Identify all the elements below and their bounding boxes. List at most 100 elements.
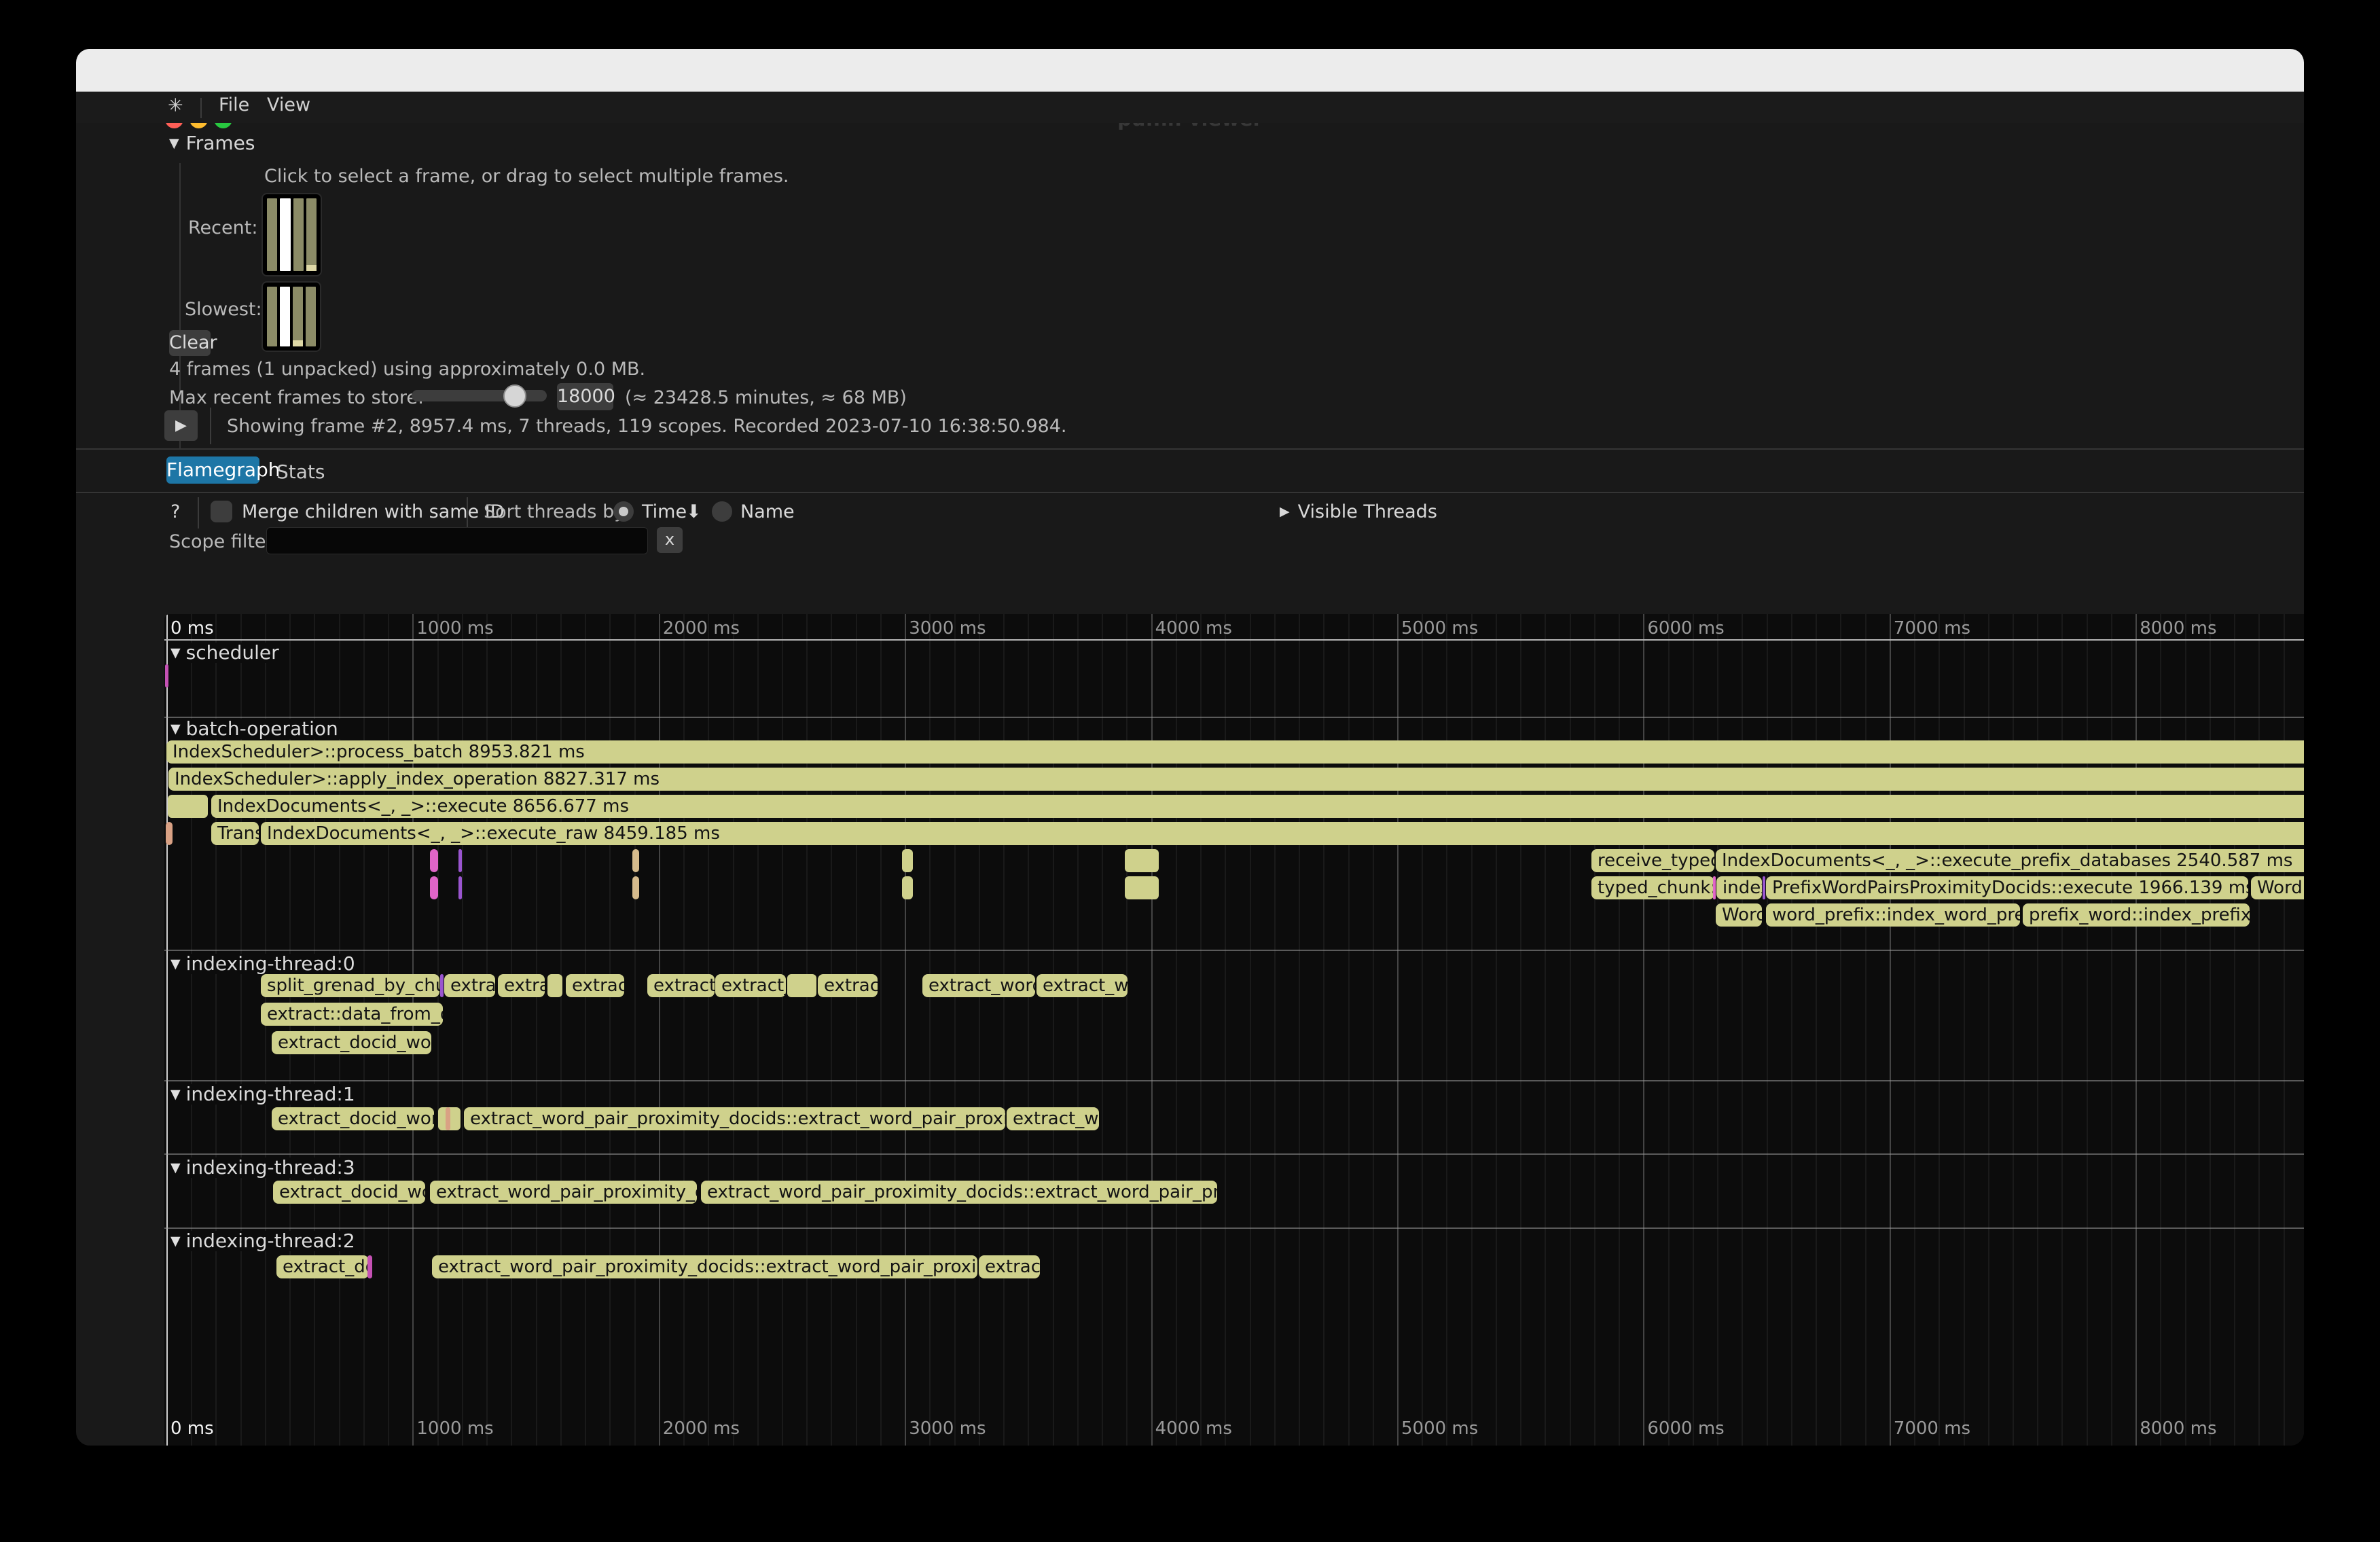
flame-scope-bar[interactable]: IndexDocuments<_, _>::execute 8656.677 m… xyxy=(211,795,2304,818)
frame-thumbnail-bar[interactable] xyxy=(267,198,277,271)
flame-scope-bar[interactable]: extract_doc xyxy=(276,1255,369,1278)
flame-scope-bar[interactable]: extract_ xyxy=(647,974,715,997)
flame-scope-bar[interactable]: extract_docid_word xyxy=(272,1107,434,1130)
flame-scope-bar[interactable]: extrac xyxy=(979,1255,1040,1278)
thread-section-header[interactable]: ▼batch-operation xyxy=(168,719,344,739)
merge-children-label[interactable]: Merge children with same ID xyxy=(242,501,505,522)
recent-frames-thumbnail[interactable] xyxy=(262,193,322,276)
help-button[interactable]: ? xyxy=(170,501,180,522)
flame-scope-bar[interactable]: extract_ xyxy=(715,974,786,997)
frames-section-header[interactable]: ▼Frames xyxy=(169,132,255,154)
flame-scope-bar[interactable]: IndexScheduler>::apply_index_operation 8… xyxy=(168,768,2304,791)
flame-scope-bar-small[interactable] xyxy=(1125,849,1159,872)
flame-scope-bar[interactable]: prefix_word::index_prefix_wo xyxy=(2023,903,2250,927)
flame-scope-bar[interactable]: IndexDocuments<_, _>::execute_prefix_dat… xyxy=(1716,849,2304,872)
flame-scope-bar[interactable]: WordPr xyxy=(2251,876,2304,899)
flame-scope-bar[interactable]: index xyxy=(1716,876,1762,899)
grid-line xyxy=(733,614,734,1446)
flame-scope-bar[interactable]: extract_word xyxy=(922,974,1035,997)
thread-section-header[interactable]: ▼indexing-thread:3 xyxy=(168,1158,361,1178)
thread-section-header[interactable]: ▼indexing-thread:2 xyxy=(168,1231,361,1251)
slider-knob[interactable] xyxy=(503,384,526,408)
thread-section-header[interactable]: ▼scheduler xyxy=(168,643,285,663)
sort-time-radio[interactable] xyxy=(613,501,634,522)
flamegraph-canvas[interactable]: 0 ms0 ms1000 ms1000 ms2000 ms2000 ms3000… xyxy=(164,614,2304,1446)
grid-line xyxy=(1397,614,1399,1446)
flame-scope-bar-small[interactable] xyxy=(165,664,168,687)
thread-section-header[interactable]: ▼indexing-thread:0 xyxy=(168,954,361,974)
ruler-tick-label: 3000 ms xyxy=(909,1418,986,1439)
flame-scope-bar[interactable]: typed_chunk::w xyxy=(1591,876,1714,899)
flame-scope-bar-small[interactable] xyxy=(458,876,462,899)
scope-filter-input[interactable] xyxy=(266,527,648,554)
frame-thumbnail-bar[interactable] xyxy=(306,198,317,271)
frame-thumbnail-bar[interactable] xyxy=(280,198,290,271)
flame-scope-bar[interactable]: extrac xyxy=(566,974,624,997)
flame-scope-bar-small[interactable] xyxy=(430,849,438,872)
frame-thumbnail-bar[interactable] xyxy=(267,287,277,346)
flame-scope-bar-small[interactable] xyxy=(168,795,208,818)
menu-file[interactable]: File xyxy=(219,94,249,115)
max-frames-value[interactable]: 18000 xyxy=(557,383,613,410)
flame-scope-bar-small[interactable] xyxy=(632,849,639,872)
merge-children-checkbox[interactable] xyxy=(211,501,232,522)
frame-thumbnail-bar[interactable] xyxy=(280,287,290,346)
flame-scope-bar-small[interactable] xyxy=(458,849,462,872)
flame-scope-bar[interactable]: extract_docid_word xyxy=(272,1031,431,1054)
flame-scope-bar-small[interactable] xyxy=(632,876,639,899)
flame-scope-bar-small[interactable] xyxy=(787,974,816,997)
clear-filter-button[interactable]: x xyxy=(657,527,683,553)
flame-scope-bar[interactable]: extract_docid_word xyxy=(273,1181,425,1204)
sort-time-label[interactable]: Time xyxy=(642,501,687,522)
flame-scope-bar-small[interactable] xyxy=(1763,876,1765,899)
flame-scope-bar[interactable]: extract_wo xyxy=(1007,1107,1099,1130)
flame-scope-bar[interactable]: word_prefix::index_word_prefix_ xyxy=(1766,903,2020,927)
max-frames-slider[interactable] xyxy=(412,390,547,401)
flame-scope-bar-small[interactable] xyxy=(1125,876,1159,899)
flame-scope-bar[interactable]: receive_typed_ xyxy=(1591,849,1714,872)
flame-scope-bar[interactable]: extract_wo xyxy=(1036,974,1128,997)
sort-name-radio[interactable] xyxy=(712,501,732,522)
sort-direction-arrow-icon[interactable]: ⬇ xyxy=(686,501,702,522)
flame-scope-bar-small[interactable] xyxy=(430,876,438,899)
menu-view[interactable]: View xyxy=(267,94,310,115)
flame-scope-bar-small[interactable] xyxy=(166,822,173,845)
frame-thumbnail-bar[interactable] xyxy=(293,198,304,271)
frame-thumbnail-bar[interactable] xyxy=(293,287,303,346)
thread-section-header[interactable]: ▼indexing-thread:1 xyxy=(168,1084,361,1105)
flame-scope-bar-small[interactable] xyxy=(902,876,913,899)
flame-scope-bar-small[interactable] xyxy=(902,849,913,872)
tab-stats[interactable]: Stats xyxy=(276,461,325,483)
visible-threads-header[interactable]: ▶Visible Threads xyxy=(1280,501,1437,522)
flame-scope-bar-small[interactable] xyxy=(367,1255,372,1278)
flame-scope-bar[interactable]: extract::data_from_ob xyxy=(261,1003,443,1026)
tab-flamegraph[interactable]: Flamegraph xyxy=(166,456,259,484)
flame-scope-bar[interactable]: split_grenad_by_chun xyxy=(261,974,439,997)
flame-scope-bar-small[interactable] xyxy=(1713,876,1716,899)
flame-scope-bar[interactable]: Trans xyxy=(211,822,259,845)
clear-button[interactable]: Clear xyxy=(169,330,211,356)
flame-scope-bar[interactable]: extract xyxy=(818,974,878,997)
flame-scope-bar[interactable]: extract_word_pair_proximity_docids xyxy=(430,1181,697,1204)
flame-scope-bar-small[interactable] xyxy=(446,1107,450,1130)
flame-scope-bar-small[interactable] xyxy=(440,974,444,997)
flame-scope-bar[interactable]: extract_word_pair_proximity_docids::extr… xyxy=(464,1107,1005,1130)
app-menu-icon[interactable]: ✳ xyxy=(168,95,183,116)
flame-scope-bar[interactable]: extract_word_pair_proximity_docids::extr… xyxy=(701,1181,1217,1204)
flame-scope-bar[interactable]: IndexScheduler>::process_batch 8953.821 … xyxy=(166,740,2304,764)
grid-line xyxy=(1619,614,1620,1446)
flame-scope-bar[interactable]: PrefixWordPairsProximityDocids::execute … xyxy=(1766,876,2248,899)
flame-scope-bar[interactable]: extract_word_pair_proximity_docids::extr… xyxy=(432,1255,977,1278)
grid-line xyxy=(1471,614,1473,1446)
slowest-frames-thumbnail[interactable] xyxy=(262,281,321,352)
flame-scope-bar[interactable]: IndexDocuments<_, _>::execute_raw 8459.1… xyxy=(261,822,2304,845)
sort-name-label[interactable]: Name xyxy=(740,501,795,522)
frame-thumbnail-bar[interactable] xyxy=(306,287,316,346)
flame-scope-bar-small[interactable] xyxy=(547,974,562,997)
flame-scope-bar[interactable]: extra xyxy=(498,974,545,997)
flame-scope-bar[interactable]: extract xyxy=(444,974,495,997)
play-button[interactable]: ▶ xyxy=(164,410,198,441)
tabs-separator xyxy=(76,492,2304,493)
grid-line xyxy=(536,614,537,1446)
flame-scope-bar[interactable]: Word xyxy=(1716,903,1762,927)
